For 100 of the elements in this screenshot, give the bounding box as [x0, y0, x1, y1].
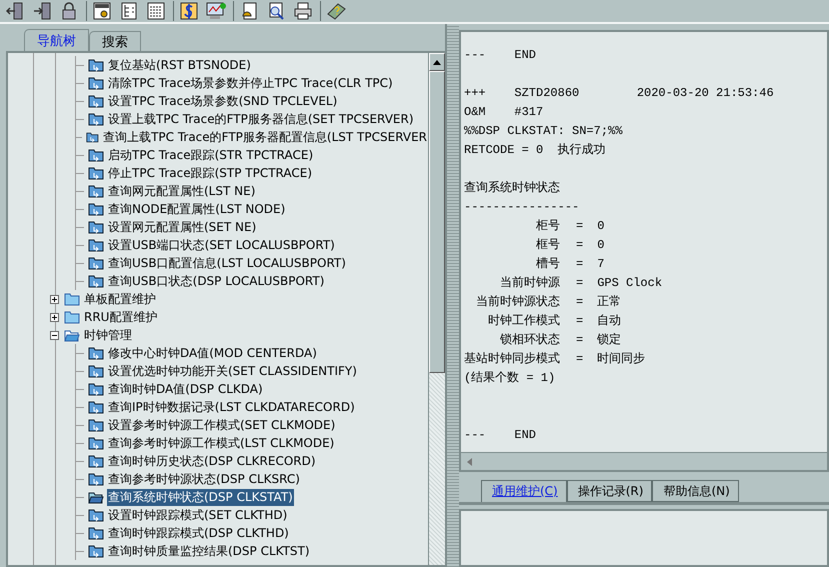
command-folder-icon — [86, 130, 100, 144]
output-line: O&M #317 — [464, 104, 544, 121]
tab[interactable]: 搜索 — [89, 31, 141, 51]
command-folder-icon — [88, 202, 104, 216]
tree-item[interactable]: 查询USB口配置信息(LST LOCALUSBPORT) — [107, 254, 347, 272]
command-folder-icon — [88, 220, 104, 234]
field-value: 0 — [597, 219, 604, 233]
field-name: 当前时钟源 — [499, 275, 560, 292]
tree-item[interactable]: 查询时钟质量监控结果(DSP CLKTST) — [107, 542, 311, 560]
command-folder-icon — [88, 94, 104, 108]
command-folder-icon — [88, 418, 104, 432]
tree-item[interactable]: 复位基站(RST BTSNODE) — [107, 56, 252, 74]
toolbar-button[interactable] — [31, 1, 53, 21]
toolbar-button[interactable] — [205, 1, 227, 21]
tree-item[interactable]: 修改中心时钟DA值(MOD CENTERDA) — [107, 344, 318, 362]
command-folder-icon — [88, 166, 104, 180]
tree-item[interactable]: 设置优选时钟功能开关(SET CLASSIDENTIFY) — [107, 362, 358, 380]
command-folder-icon — [88, 364, 104, 378]
collapse-icon[interactable] — [50, 330, 59, 340]
tree-item[interactable]: 查询系统时钟状态(DSP CLKSTAT) — [107, 488, 294, 506]
tree-item[interactable]: 清除TPC Trace场景参数并停止TPC Trace(CLR TPC) — [107, 74, 394, 92]
output-line: --- END — [464, 427, 538, 444]
toolbar-button[interactable] — [145, 1, 167, 21]
field-name: 柜号 — [535, 218, 560, 235]
output-line: --- END — [464, 47, 538, 64]
output-line: +++ SZTD20860 2020-03-20 21:53:46 — [464, 85, 775, 102]
field-value: 0 — [597, 238, 604, 252]
tree-item[interactable]: 查询时钟历史状态(DSP CLKRECORD) — [107, 452, 317, 470]
equals-sign: = — [576, 275, 584, 292]
field-name: 框号 — [535, 237, 560, 254]
grid-icon — [147, 2, 165, 20]
field-name: 槽号 — [535, 256, 560, 273]
tree-item[interactable]: 设置TPC Trace场景参数(SND TPCLEVEL) — [107, 92, 338, 110]
command-folder-icon — [88, 544, 104, 558]
folder-icon — [64, 310, 80, 324]
door-enter-icon — [33, 2, 51, 20]
tree-item[interactable]: 查询时钟DA值(DSP CLKDA) — [107, 380, 264, 398]
tree-item[interactable]: 查询参考时钟源状态(DSP CLKSRC) — [107, 470, 301, 488]
equals-sign: = — [576, 294, 584, 311]
toolbar-button[interactable] — [178, 1, 200, 21]
tree-item[interactable]: 查询NODE配置属性(LST NODE) — [107, 200, 286, 218]
command-folder-icon — [88, 346, 104, 360]
command-folder-icon — [88, 256, 104, 270]
bell-document-icon — [241, 2, 257, 20]
field-value: 7 — [597, 257, 604, 271]
vertical-scrollbar[interactable] — [428, 53, 445, 565]
field-value: 时间同步 — [597, 352, 646, 366]
tree-folder[interactable]: 时钟管理 — [83, 326, 133, 344]
tab[interactable]: 通用维护(C) — [481, 480, 567, 502]
field-name: 时钟工作模式 — [487, 313, 560, 330]
command-folder-icon — [88, 58, 104, 72]
up-arrow-icon — [433, 60, 441, 64]
tree-item[interactable]: 查询USB口状态(DSP LOCALUSBPORT) — [107, 272, 326, 290]
tree-item[interactable]: 设置时钟跟踪模式(SET CLKTHD) — [107, 506, 288, 524]
toolbar-button[interactable] — [325, 1, 347, 21]
tree-item[interactable]: 查询上载TPC Trace的FTP服务器配置信息(LST TPCSERVER — [102, 128, 428, 146]
help-book-icon — [326, 2, 346, 20]
tab[interactable]: 操作记录(R) — [566, 480, 652, 502]
command-folder-icon — [88, 238, 104, 252]
tree-item[interactable]: 启动TPC Trace跟踪(STR TPCTRACE) — [107, 146, 314, 164]
toolbar-button[interactable] — [292, 1, 314, 21]
tree-item[interactable]: 设置USB端口状态(SET LOCALUSBPORT) — [107, 236, 336, 254]
tree-folder[interactable]: 单板配置维护 — [83, 290, 157, 308]
tab[interactable]: 帮助信息(N) — [652, 480, 739, 502]
command-folder-icon — [88, 472, 104, 486]
left-arrow-icon — [467, 458, 472, 466]
open-folder-icon — [88, 490, 104, 504]
tab[interactable]: 导航树 — [24, 29, 89, 51]
equals-sign: = — [576, 237, 584, 254]
tree-item[interactable]: 查询时钟跟踪模式(DSP CLKTHD) — [107, 524, 290, 542]
tree-item[interactable]: 设置参考时钟源工作模式(SET CLKMODE) — [107, 416, 336, 434]
tree-item[interactable]: 查询IP时钟数据记录(LST CLKDATARECORD) — [107, 398, 356, 416]
equals-sign: = — [576, 256, 584, 273]
door-exit-icon — [6, 2, 24, 20]
horizontal-scrollbar[interactable] — [459, 452, 829, 472]
printer-icon — [294, 2, 312, 20]
command-folder-icon — [88, 454, 104, 468]
expand-icon[interactable] — [50, 294, 59, 304]
expand-icon[interactable] — [50, 312, 59, 322]
tree-item[interactable]: 查询网元配置属性(LST NE) — [107, 182, 256, 200]
command-folder-icon — [88, 112, 104, 126]
field-value: 锁定 — [597, 333, 622, 347]
tree-item[interactable]: 查询参考时钟源工作模式(LST CLKMODE) — [107, 434, 336, 452]
field-value: GPS Clock — [597, 276, 662, 290]
command-folder-icon — [88, 508, 104, 522]
equals-sign: = — [576, 218, 584, 235]
tree-folder[interactable]: RRU配置维护 — [83, 308, 158, 326]
equals-sign: = — [576, 332, 584, 349]
output-line: RETCODE = 0 执行成功 — [464, 142, 607, 159]
lock-icon — [61, 2, 77, 20]
output-line: ---------------- — [464, 199, 580, 216]
command-folder-icon — [88, 382, 104, 396]
monitor-chart-icon — [206, 2, 226, 20]
output-line: 查询系统时钟状态 — [464, 180, 561, 197]
command-folder-icon — [88, 400, 104, 414]
tree-item[interactable]: 设置上载TPC Trace的FTP服务器信息(SET TPCSERVER) — [107, 110, 415, 128]
command-folder-icon — [88, 436, 104, 450]
toolbar-button[interactable] — [91, 1, 113, 21]
tree-item[interactable]: 设置网元配置属性(SET NE) — [107, 218, 258, 236]
tree-item[interactable]: 停止TPC Trace跟踪(STP TPCTRACE) — [107, 164, 314, 182]
